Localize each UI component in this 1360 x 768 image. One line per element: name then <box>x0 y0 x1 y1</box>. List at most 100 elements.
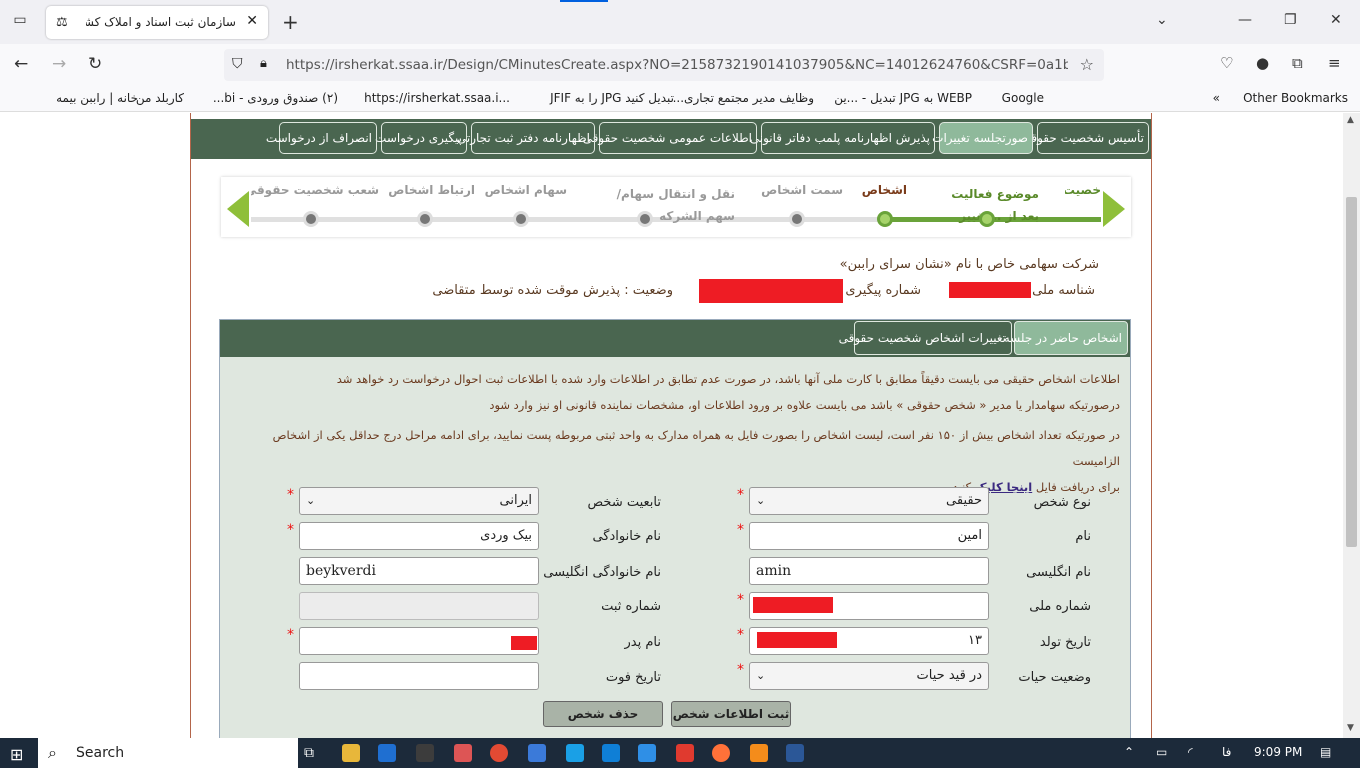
bookmarks-bar: خانه | راببن بیمه کاربلد من (۲) صندوق ور… <box>0 86 1360 112</box>
back-icon[interactable]: ← <box>14 54 28 74</box>
english-last-name-input[interactable]: beykverdi <box>299 557 539 585</box>
wizard-step-dot[interactable] <box>979 211 995 227</box>
father-name-input[interactable] <box>299 627 539 655</box>
download-prefix: برای دریافت فایل <box>1035 480 1120 494</box>
registration-number-input <box>299 592 539 620</box>
app-icon[interactable] <box>750 744 768 762</box>
bookmark-item[interactable]: تبدیل کنید JPG را به JFIF <box>550 91 674 105</box>
app-icon[interactable] <box>454 744 472 762</box>
lock-icon[interactable]: 🔒︎ <box>260 56 267 71</box>
first-name-input[interactable]: امین <box>749 522 989 550</box>
minimize-icon[interactable]: — <box>1238 12 1252 28</box>
windows-start-icon[interactable]: ⊞ <box>10 745 23 764</box>
notifications-icon[interactable]: ▤ <box>1320 745 1331 759</box>
wizard-step-label: نقل و انتقال سهام/سهم الشرکه <box>616 187 735 223</box>
wizard-step-label: سهام اشخاص <box>484 183 567 197</box>
url-bar[interactable]: ⛉ 🔒︎ https://irsherkat.ssaa.ir/Design/CM… <box>224 49 1104 81</box>
browser-tab[interactable]: ⚖ سازمان ثبت اسناد و املاک کشور ✕ <box>46 6 268 39</box>
reload-icon[interactable]: ↻ <box>88 54 102 74</box>
scrollbar-thumb[interactable] <box>1346 197 1357 547</box>
keyboard-language[interactable]: فا <box>1222 745 1231 759</box>
note-line: درصورتیکه سهامدار یا مدیر « شخص حقوقی » … <box>489 398 1120 412</box>
forward-icon[interactable]: → <box>52 54 66 74</box>
bookmarks-overflow-icon[interactable]: » <box>1213 91 1220 105</box>
bookmark-item[interactable]: وظایف مدیر مجتمع تجاری... <box>673 91 814 105</box>
anydesk-icon[interactable] <box>676 744 694 762</box>
nationality-select[interactable]: ایرانی ⌄ <box>299 487 539 515</box>
task-view-icon[interactable]: ⧉ <box>304 745 314 761</box>
life-status-select[interactable]: در قید حیات ⌄ <box>749 662 989 690</box>
menu-item[interactable]: انصراف از درخواست <box>266 122 377 154</box>
scroll-down-icon[interactable]: ▼ <box>1347 723 1354 733</box>
menu-icon[interactable]: ≡ <box>1328 54 1341 72</box>
menu-item[interactable]: اطلاعات عمومی شخصیت حقوقی <box>583 122 757 154</box>
close-window-icon[interactable]: ✕ <box>1330 12 1342 28</box>
bookmark-item[interactable]: WEBP به JPG تبدیل - ...ین <box>834 91 972 105</box>
account-icon[interactable]: ● <box>1256 54 1269 72</box>
list-all-tabs-icon[interactable]: ⌄ <box>1156 12 1168 28</box>
wizard-step-label: ارتباط اشخاص <box>388 183 475 197</box>
page-scrollbar[interactable]: ▲ ▼ <box>1343 113 1360 738</box>
app-icon[interactable] <box>528 744 546 762</box>
wizard-step-dot[interactable] <box>637 211 653 227</box>
wifi-icon[interactable]: ◜ <box>1188 745 1193 759</box>
app-icon[interactable] <box>638 744 656 762</box>
restore-icon[interactable]: ❐ <box>1284 12 1297 28</box>
url-text[interactable]: https://irsherkat.ssaa.ir/Design/CMinute… <box>286 57 1068 73</box>
bookmark-item[interactable]: Google <box>1002 91 1044 105</box>
last-name-label: نام خانوادگی <box>592 529 661 544</box>
other-bookmarks[interactable]: Other Bookmarks <box>1243 91 1348 105</box>
shield-icon[interactable]: ⛉ <box>232 56 243 72</box>
death-date-input[interactable] <box>299 662 539 690</box>
chrome-icon[interactable] <box>490 744 508 762</box>
extensions-icon[interactable]: ⧉ <box>1292 54 1303 72</box>
redacted-national-code <box>753 597 833 613</box>
save-person-button[interactable]: ثبت اطلاعات شخص <box>671 701 791 727</box>
tab-list-icon[interactable]: ▭ <box>10 12 30 32</box>
battery-icon[interactable]: ▭ <box>1156 745 1167 759</box>
app-icon[interactable] <box>416 744 434 762</box>
pocket-icon[interactable]: ♡ <box>1220 54 1233 72</box>
wizard-step-dot[interactable] <box>303 211 319 227</box>
menu-item[interactable]: تأسیس شخصیت حقوقی <box>1021 122 1149 154</box>
app-icon[interactable] <box>602 744 620 762</box>
menu-item-active[interactable]: صورتجلسه تغییرات <box>932 122 1033 154</box>
english-first-name-input[interactable]: amin <box>749 557 989 585</box>
person-type-label: نوع شخص <box>1033 495 1091 510</box>
firefox-icon[interactable] <box>712 744 730 762</box>
person-type-select[interactable]: حقیقی ⌄ <box>749 487 989 515</box>
app-icon[interactable] <box>566 744 584 762</box>
search-icon: ⌕ <box>48 743 57 762</box>
taskbar-search[interactable]: ⌕ Search <box>38 738 298 768</box>
bookmark-item[interactable]: (۲) صندوق ورودی - bi... <box>213 91 338 105</box>
scroll-up-icon[interactable]: ▲ <box>1347 115 1354 125</box>
required-marker: * <box>737 627 744 643</box>
wizard-step-dot[interactable] <box>417 211 433 227</box>
wizard-prev-icon[interactable] <box>227 191 249 227</box>
page-content: تأسیس شخصیت حقوقی صورتجلسه تغییرات پذیرش… <box>190 113 1152 738</box>
bookmark-item[interactable]: کاربلد من <box>136 91 184 105</box>
wizard-step-dot[interactable] <box>513 211 529 227</box>
tab-present-persons[interactable]: اشخاص حاضر در جلسه <box>1004 321 1128 355</box>
last-name-input[interactable]: بیک وردی <box>299 522 539 550</box>
wizard-step-dot[interactable] <box>789 211 805 227</box>
edge-icon[interactable] <box>378 744 396 762</box>
tray-chevron-icon[interactable]: ⌃ <box>1124 745 1134 759</box>
menu-item[interactable]: پذیرش اظهارنامه پلمب دفاتر قانونی <box>750 122 935 154</box>
menu-item[interactable]: پیگیری درخواست <box>375 122 467 154</box>
file-explorer-icon[interactable] <box>342 744 360 762</box>
menu-item[interactable]: اظهارنامه دفتر ثبت تجارتی <box>457 122 595 154</box>
note-line: اطلاعات اشخاص حقیقی می بایست دقیقاً مطاب… <box>336 372 1120 386</box>
bookmark-item[interactable]: خانه | راببن بیمه <box>56 91 138 105</box>
word-icon[interactable] <box>786 744 804 762</box>
nationality-label: تابعیت شخص <box>587 495 662 510</box>
tab-person-changes[interactable]: تغییرات اشخاص شخصیت حقوقی <box>839 321 1012 355</box>
bookmark-item[interactable]: https://irsherkat.ssaa.i... <box>364 91 510 105</box>
new-tab-icon[interactable]: + <box>282 10 299 34</box>
bookmark-star-icon[interactable]: ☆ <box>1080 55 1094 74</box>
close-tab-icon[interactable]: ✕ <box>246 13 258 29</box>
wizard-step-dot-current[interactable] <box>877 211 893 227</box>
wizard-next-icon[interactable] <box>1103 191 1125 227</box>
clock[interactable]: 9:09 PM <box>1254 745 1302 759</box>
delete-person-button[interactable]: حذف شخص <box>543 701 663 727</box>
